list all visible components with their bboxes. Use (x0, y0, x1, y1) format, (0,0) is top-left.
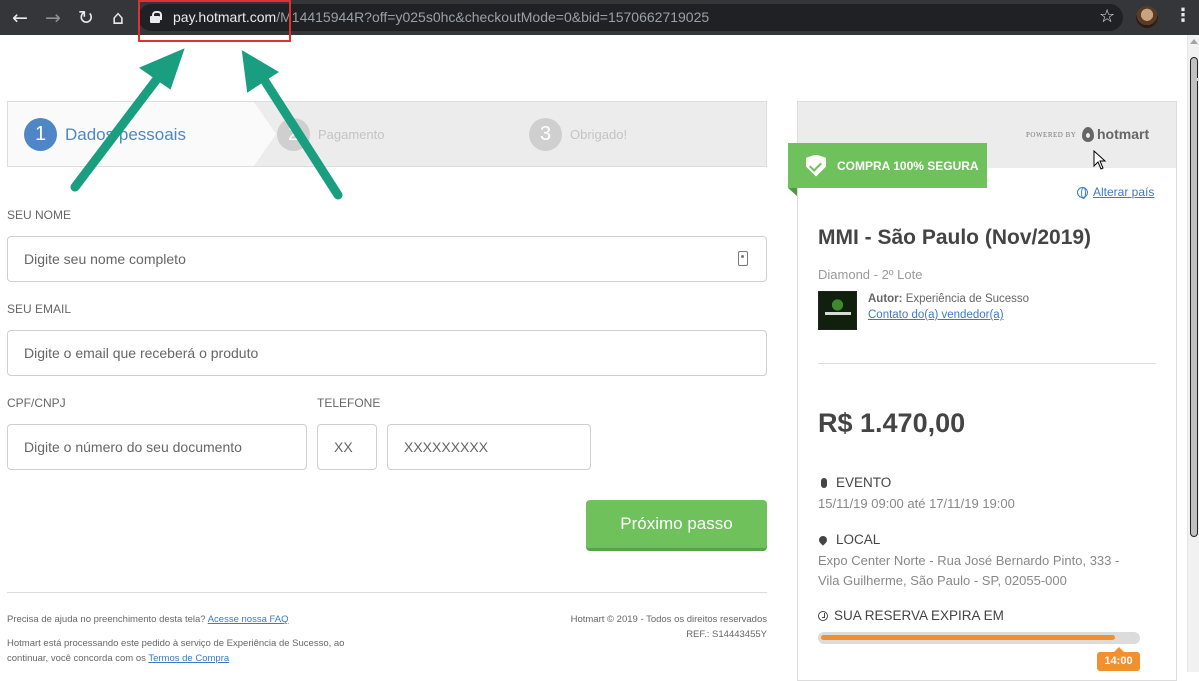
footer-divider (7, 592, 767, 593)
step-3: 3 Obrigado! (529, 118, 627, 151)
reserve-timer: 14:00 (1097, 647, 1140, 671)
document-field[interactable] (7, 424, 307, 470)
name-label: SEU NOME (7, 208, 72, 222)
name-input[interactable] (8, 237, 766, 281)
faq-link[interactable]: Acesse nossa FAQ (208, 614, 289, 625)
hotmart-logo: hotmart (1082, 126, 1149, 142)
phone-label: TELEFONE (317, 396, 381, 410)
back-icon[interactable]: ← (8, 6, 32, 30)
reference-code: REF.: S14443455Y (686, 629, 767, 640)
ddd-field[interactable] (317, 424, 377, 470)
panel-divider (818, 363, 1156, 364)
terms-link[interactable]: Termos de Compra (148, 653, 229, 664)
email-field[interactable] (7, 330, 767, 376)
help-text: Precisa de ajuda no preenchimento desta … (7, 612, 289, 627)
star-icon[interactable]: ☆ (1099, 6, 1115, 27)
processing-line-2-text: continuar, você concorda com os (7, 653, 146, 664)
document-input[interactable] (8, 425, 306, 469)
name-field[interactable] (7, 236, 767, 282)
contact-card-icon[interactable] (738, 251, 748, 266)
step-label: Dados pessoais (65, 124, 186, 144)
step-label: Obrigado! (570, 127, 628, 142)
menu-icon[interactable]: ⋮ (1174, 5, 1192, 26)
scrollbar[interactable] (1187, 35, 1199, 672)
processing-text: Hotmart está processando este pedido à s… (7, 636, 344, 666)
phone-input[interactable] (388, 425, 590, 469)
globe-icon (1077, 186, 1088, 199)
home-icon[interactable]: ⌂ (106, 6, 130, 30)
local-heading: LOCAL (817, 532, 881, 547)
ddd-input[interactable] (318, 425, 376, 469)
reload-icon[interactable]: ↻ (74, 6, 98, 30)
clock-icon (818, 610, 828, 621)
author-line: Autor: Experiência de Sucesso (868, 293, 1029, 305)
arrow-right-head (241, 50, 279, 93)
step-number: 3 (529, 118, 562, 151)
reserve-heading: SUA RESERVA EXPIRA EM (818, 608, 1004, 623)
address-line-1: Expo Center Norte - Rua José Bernardo Pi… (818, 553, 1120, 568)
avatar[interactable] (1136, 6, 1158, 28)
scrollbar-thumb[interactable] (1190, 57, 1199, 537)
checkout-steps: 1 Dados pessoais 2 Pagamento 3 Obrigado! (7, 101, 767, 167)
secure-purchase-badge: COMPRA 100% SEGURA (788, 143, 987, 196)
microphone-icon (821, 477, 827, 488)
copyright: Hotmart © 2019 - Todos os direitos reser… (560, 612, 767, 642)
local-address: Expo Center Norte - Rua José Bernardo Pi… (818, 551, 1119, 591)
reserve-progress-fill (821, 635, 1115, 640)
help-question: Precisa de ajuda no preenchimento desta … (7, 614, 206, 625)
author-name: Experiência de Sucesso (905, 293, 1030, 305)
product-subtitle: Diamond - 2º Lote (818, 267, 923, 282)
step-label: Pagamento (318, 127, 385, 142)
shield-check-icon (806, 154, 826, 177)
step-1: 1 Dados pessoais (24, 118, 186, 151)
product-thumbnail (818, 291, 857, 330)
event-title: EVENTO (836, 475, 892, 490)
email-input[interactable] (8, 331, 766, 375)
next-step-button[interactable]: Próximo passo (586, 500, 767, 551)
scroll-up-icon[interactable] (1190, 39, 1198, 44)
change-country-link[interactable]: Alterar país (1077, 185, 1154, 199)
author-label: Autor: (868, 293, 903, 305)
reserve-title: SUA RESERVA EXPIRA EM (834, 608, 1004, 623)
processing-line-2: continuar, você concorda com os Termos d… (7, 651, 344, 666)
map-pin-icon (817, 533, 829, 546)
step-number: 2 (277, 118, 310, 151)
url-highlight-box (138, 0, 291, 42)
address-line-2: Vila Guilherme, São Paulo - SP, 02055-00… (818, 573, 1067, 588)
step-2: 2 Pagamento (277, 118, 385, 151)
step-number: 1 (24, 118, 57, 151)
powered-by-label: POWERED BY (1026, 131, 1077, 139)
local-title: LOCAL (836, 532, 881, 547)
event-heading: EVENTO (818, 475, 891, 490)
url-path: /M14415944R?off=y025s0hc&checkoutMode=0&… (276, 9, 710, 25)
product-title: MMI - São Paulo (Nov/2019) (818, 226, 1092, 249)
processing-line-1: Hotmart está processando este pedido à s… (7, 638, 345, 649)
arrow-left-head (138, 48, 185, 90)
email-label: SEU EMAIL (7, 302, 72, 316)
secure-badge-text: COMPRA 100% SEGURA (837, 158, 979, 173)
change-country-text: Alterar país (1093, 185, 1155, 199)
event-dates: 15/11/19 09:00 até 17/11/19 19:00 (818, 496, 1015, 511)
document-label: CPF/CNPJ (7, 396, 66, 410)
forward-icon[interactable]: → (41, 6, 65, 30)
copyright-text: Hotmart © 2019 - Todos os direitos reser… (570, 614, 767, 625)
hotmart-brand: hotmart (1097, 126, 1150, 142)
price: R$ 1.470,00 (818, 408, 966, 438)
mouse-cursor-icon (1093, 150, 1107, 170)
reserve-progress-bar (818, 632, 1140, 644)
phone-field[interactable] (387, 424, 591, 470)
seller-contact-link[interactable]: Contato do(a) vendedor(a) (868, 309, 1004, 321)
hotmart-flame-icon (1082, 126, 1094, 142)
